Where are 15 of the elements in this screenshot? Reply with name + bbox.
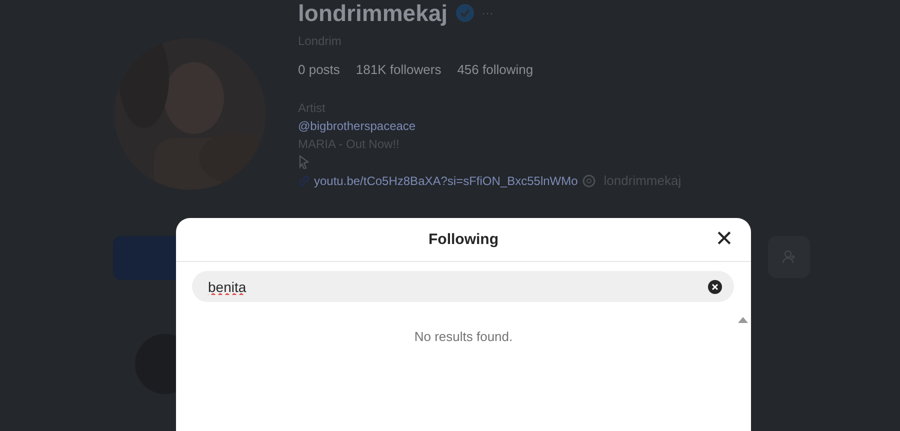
clear-icon[interactable] (708, 280, 722, 294)
pointer-icon (298, 155, 310, 169)
bio-link[interactable]: youtu.be/tCo5Hz8BaXA?si=sFfiON_Bxc55lnWMo (314, 174, 578, 188)
bio-mention[interactable]: @bigbrotherspaceace (298, 119, 416, 133)
empty-message: No results found. (414, 329, 513, 344)
dialog-title: Following (428, 231, 498, 248)
username: londrimmekaj (298, 0, 448, 26)
scroll-up-icon[interactable] (738, 317, 748, 323)
search-field[interactable]: benita (192, 271, 734, 302)
threads-icon (582, 174, 596, 188)
profile-stat[interactable]: 456 following (457, 62, 534, 77)
profile-stat[interactable]: 181K followers (356, 62, 442, 77)
profile-stat[interactable]: 0 posts (298, 62, 340, 77)
link-icon (298, 174, 310, 186)
close-button[interactable]: ✕ (711, 226, 737, 252)
